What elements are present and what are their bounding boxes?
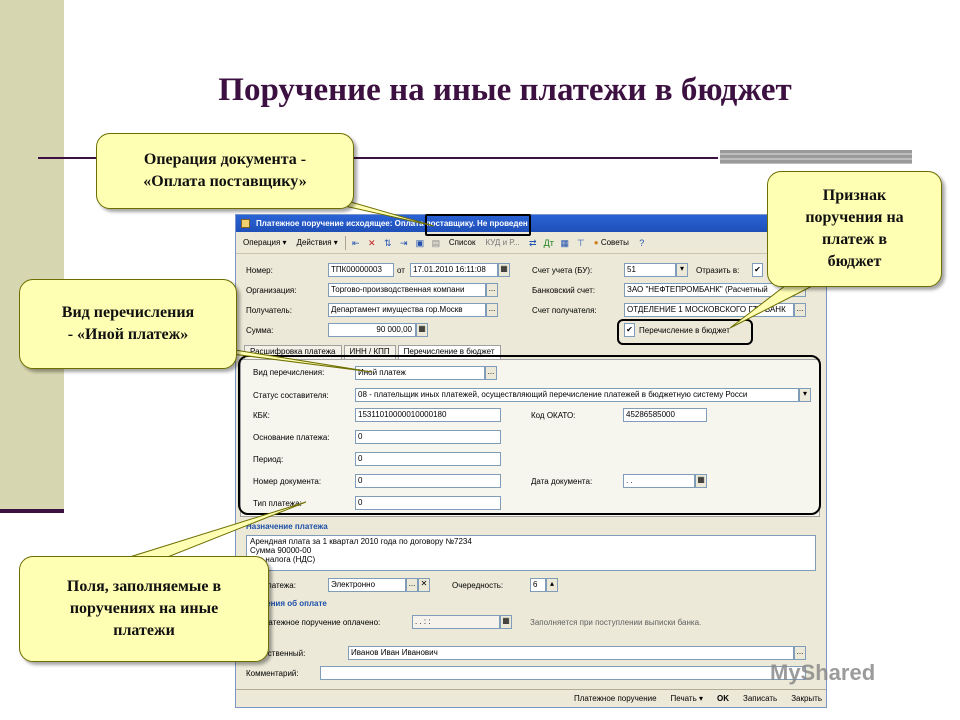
- payment-kind-clear-icon[interactable]: ✕: [418, 578, 430, 592]
- budget-fields-highlight-frame: [238, 355, 821, 515]
- bank-field[interactable]: ЗАО "НЕФТЕПРОМБАНК" (Расчетный: [624, 283, 794, 297]
- paid-field[interactable]: . . : :: [412, 615, 500, 629]
- related-docs-icon[interactable]: ⇄: [527, 237, 539, 249]
- number-field[interactable]: ТПК00000003: [328, 263, 394, 277]
- purpose-line: Без налога (НДС): [250, 555, 316, 564]
- window-titlebar: Платежное поручение исходящее: Оплата по…: [236, 215, 826, 232]
- sum-label: Сумма:: [246, 326, 274, 335]
- transfer-type-callout: Вид перечисления - «Иной платеж»: [19, 279, 237, 369]
- unpost-icon[interactable]: ▤: [430, 237, 442, 249]
- fields-callout: Поля, заполняемые в поручениях на иные п…: [19, 556, 269, 662]
- forward-icon[interactable]: ⇥: [398, 237, 410, 249]
- recipient-account-select-button[interactable]: ...: [794, 303, 806, 317]
- recipient-label: Получатель:: [246, 306, 292, 315]
- recipient-field[interactable]: Департамент имущества гор.Москв: [328, 303, 486, 317]
- recipient-select-button[interactable]: ...: [486, 303, 498, 317]
- from-label: от: [397, 266, 405, 275]
- calendar-icon[interactable]: ▦: [498, 263, 510, 277]
- purpose-line: Сумма 90000-00: [250, 546, 312, 555]
- tips-button[interactable]: ● Советы: [591, 237, 632, 248]
- close-button[interactable]: Закрыть: [789, 694, 824, 703]
- help-icon[interactable]: ?: [636, 237, 648, 249]
- structure-icon[interactable]: Дт: [543, 237, 555, 249]
- purpose-line: Арендная плата за 1 квартал 2010 года по…: [250, 537, 472, 546]
- paid-hint: Заполняется при поступлении выписки банк…: [530, 618, 702, 627]
- payment-kind-field[interactable]: Электронно: [328, 578, 406, 592]
- payment-kind-select-button[interactable]: ...: [406, 578, 418, 592]
- paid-label: Платежное поручение оплачено:: [258, 618, 381, 627]
- budget-flag-callout: Признак поручения на платеж в бюджет: [767, 171, 942, 287]
- responsible-field[interactable]: Иванов Иван Иванович: [348, 646, 794, 660]
- comment-label: Комментарий:: [246, 669, 299, 678]
- operation-menu[interactable]: Операция ▾: [240, 237, 290, 248]
- kud-button[interactable]: КУД и Р...: [482, 237, 522, 248]
- list-button[interactable]: Список: [446, 237, 479, 248]
- org-label: Организация:: [246, 286, 297, 295]
- priority-label: Очередность:: [452, 581, 504, 590]
- recipient-account-field[interactable]: ОТДЕЛЕНИЕ 1 МОСКОВСКОГО ГТУ БАНК: [624, 303, 794, 317]
- operation-callout: Операция документа - «Оплата поставщику»: [96, 133, 354, 209]
- actions-menu[interactable]: Действия ▾: [294, 237, 341, 248]
- left-decor-edge: [0, 509, 64, 513]
- reflect-checkbox[interactable]: ✔: [752, 263, 763, 277]
- sum-field[interactable]: 90 000,00: [328, 323, 416, 337]
- date-field[interactable]: 17.01.2010 16:11:08: [410, 263, 498, 277]
- bank-label: Банковский счет:: [532, 286, 596, 295]
- purpose-textarea[interactable]: Арендная плата за 1 квартал 2010 года по…: [246, 535, 816, 571]
- priority-field[interactable]: 6: [530, 578, 546, 592]
- settings-icon[interactable]: ⊤: [575, 237, 587, 249]
- report-icon[interactable]: ▦: [559, 237, 571, 249]
- paid-calendar-icon[interactable]: ▦: [500, 615, 512, 629]
- bottom-button-bar: Платежное поручение Печать ▾ OK Записать…: [236, 689, 826, 707]
- document-icon: [241, 219, 250, 228]
- budget-flag-highlight-frame: [617, 319, 753, 345]
- slide-title: Поручение на иные платежи в бюджет: [218, 72, 792, 108]
- save-button[interactable]: Записать: [741, 694, 779, 703]
- responsible-select-button[interactable]: ...: [794, 646, 806, 660]
- toolbar: Операция ▾ Действия ▾ ⇤ ✕ ⇅ ⇥ ▣ ▤ Список…: [236, 232, 826, 254]
- tips-label: Советы: [600, 238, 629, 247]
- org-field[interactable]: Торгово-производственная компани: [328, 283, 486, 297]
- account-bu-field[interactable]: 51: [624, 263, 676, 277]
- recipient-account-label: Счет получателя:: [532, 306, 597, 315]
- post-icon[interactable]: ▣: [414, 237, 426, 249]
- account-bu-label: Счет учета (БУ):: [532, 266, 593, 275]
- operation-highlight-frame: [425, 214, 531, 236]
- move-up-icon[interactable]: ⇅: [382, 237, 394, 249]
- calculator-icon[interactable]: ▦: [416, 323, 428, 337]
- slide: Поручение на иные платежи в бюджет Плате…: [0, 0, 960, 720]
- delete-icon[interactable]: ✕: [366, 237, 378, 249]
- number-label: Номер:: [246, 266, 273, 275]
- watermark-logo: MyShared: [770, 660, 876, 685]
- priority-stepper[interactable]: ▴: [546, 578, 558, 592]
- purpose-group-title: Назначение платежа: [246, 522, 328, 531]
- toolbar-separator: [344, 235, 346, 250]
- window-title-prefix: Платежное поручение исходящее:: [256, 219, 395, 228]
- back-icon[interactable]: ⇤: [350, 237, 362, 249]
- print-menu-button[interactable]: Печать ▾: [669, 694, 705, 703]
- ok-button[interactable]: OK: [715, 694, 731, 703]
- tips-icon: ●: [593, 238, 599, 247]
- comment-field[interactable]: [320, 666, 806, 680]
- org-select-button[interactable]: ...: [486, 283, 498, 297]
- account-bu-dropdown-icon[interactable]: ▾: [676, 263, 688, 277]
- title-divider-accent: [720, 150, 912, 164]
- print-form-button[interactable]: Платежное поручение: [572, 694, 659, 703]
- reflect-label: Отразить в:: [696, 266, 740, 275]
